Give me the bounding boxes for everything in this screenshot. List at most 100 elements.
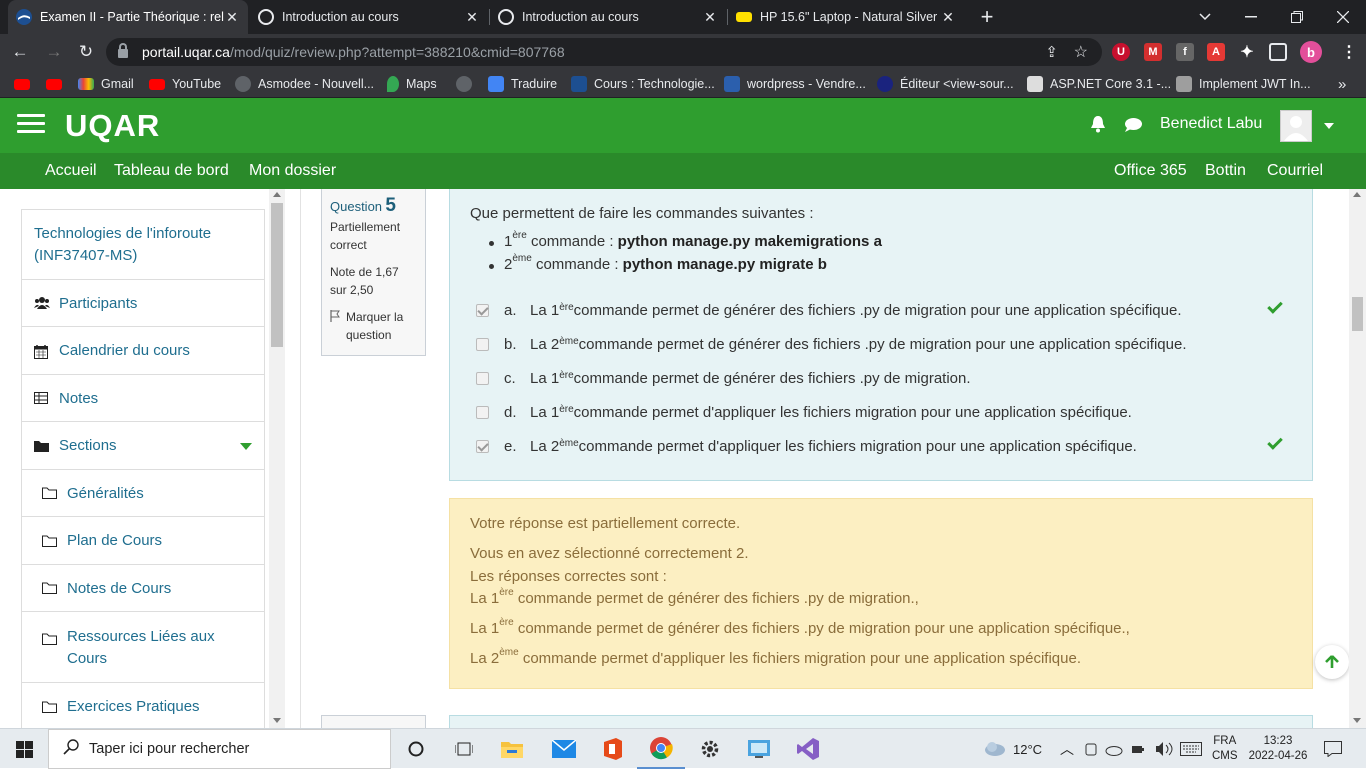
bookmark-maps[interactable]: Maps bbox=[387, 70, 437, 98]
visual-studio-icon[interactable] bbox=[784, 729, 832, 769]
back-arrow-icon[interactable]: ← bbox=[4, 34, 36, 70]
close-tab-icon[interactable]: ✕ bbox=[702, 9, 718, 26]
answer-option-c[interactable]: c. La 1 ère commande permet de générer des… bbox=[476, 367, 971, 389]
scroll-down-arrow-icon[interactable] bbox=[1353, 718, 1361, 723]
url-bar[interactable]: portail.uqar.ca /mod/quiz/review.php?att… bbox=[106, 38, 1102, 66]
bookmark-cours[interactable]: Cours : Technologie... bbox=[571, 70, 715, 98]
bookmark-jwt[interactable]: Implement JWT In... bbox=[1176, 70, 1311, 98]
answer-option-e[interactable]: e. La 2 ème commande permet d'appliquer le… bbox=[476, 435, 1137, 457]
answer-option-a[interactable]: a. La 1 ère commande permet de générer des… bbox=[476, 299, 1182, 321]
user-avatar[interactable] bbox=[1280, 110, 1312, 142]
task-view-icon[interactable] bbox=[440, 729, 488, 769]
answer-checkbox[interactable] bbox=[476, 337, 489, 351]
close-window-button[interactable] bbox=[1320, 0, 1366, 34]
minimize-button[interactable] bbox=[1228, 0, 1274, 34]
back-to-top-button[interactable] bbox=[1315, 645, 1349, 679]
chat-bubble-icon[interactable] bbox=[1124, 117, 1143, 138]
drawer-section-exercices[interactable]: Exercices Pratiques bbox=[22, 683, 264, 729]
menu-office-365[interactable]: Office 365 bbox=[1114, 153, 1187, 189]
close-tab-icon[interactable]: ✕ bbox=[464, 9, 480, 26]
answer-checkbox[interactable] bbox=[476, 439, 489, 453]
menu-bottin[interactable]: Bottin bbox=[1205, 153, 1246, 189]
bookmarks-more-button[interactable]: » bbox=[1338, 70, 1346, 98]
profile-avatar[interactable]: b bbox=[1300, 41, 1322, 63]
drawer-section-plan-de-cours[interactable]: Plan de Cours bbox=[22, 517, 264, 565]
drawer-item-participants[interactable]: Participants bbox=[22, 280, 264, 327]
page-scrollbar[interactable] bbox=[1349, 189, 1366, 729]
taskbar-search-box[interactable]: Taper ici pour rechercher bbox=[48, 729, 391, 769]
tab-search-icon[interactable] bbox=[1182, 0, 1228, 34]
reload-icon[interactable]: ↻ bbox=[70, 34, 102, 70]
bookmark-star-icon[interactable]: ☆ bbox=[1074, 42, 1088, 62]
answer-checkbox[interactable] bbox=[476, 371, 489, 385]
menu-tableau-de-bord[interactable]: Tableau de bord bbox=[114, 153, 229, 189]
kebab-menu-icon[interactable]: ⋮ bbox=[1340, 43, 1358, 61]
bookmark-gmail[interactable]: Gmail bbox=[78, 70, 134, 98]
drawer-course-link[interactable]: Technologies de l'inforoute (INF37407-MS… bbox=[22, 209, 264, 280]
sidebar-icon[interactable] bbox=[1269, 43, 1287, 61]
restore-button[interactable] bbox=[1274, 0, 1320, 34]
share-icon[interactable]: ⇪ bbox=[1045, 43, 1058, 61]
bookmark-aspnet[interactable]: ASP.NET Core 3.1 -... bbox=[1027, 70, 1171, 98]
bookmark-wordpress[interactable]: wordpress - Vendre... bbox=[724, 70, 866, 98]
drawer-section-ressources[interactable]: Ressources Liées aux Cours bbox=[22, 612, 264, 683]
mcafee-extension-icon[interactable]: M bbox=[1144, 43, 1162, 61]
drawer-item-notes[interactable]: Notes bbox=[22, 375, 264, 422]
mail-icon[interactable] bbox=[540, 729, 588, 769]
bookmark-youtube-1[interactable] bbox=[14, 70, 37, 98]
drawer-item-calendrier[interactable]: Calendrier du cours bbox=[22, 327, 264, 375]
tray-overflow-icon[interactable]: ︿ bbox=[1060, 729, 1074, 769]
close-tab-icon[interactable]: ✕ bbox=[224, 9, 240, 26]
close-tab-icon[interactable]: ✕ bbox=[940, 9, 956, 26]
bookmark-asmodee[interactable]: Asmodee - Nouvell... bbox=[235, 70, 374, 98]
uqar-logo[interactable]: UQAR bbox=[65, 108, 160, 144]
drawer-section-generalites[interactable]: Généralités bbox=[22, 470, 264, 517]
scroll-thumb[interactable] bbox=[271, 203, 283, 347]
new-tab-button[interactable]: + bbox=[964, 0, 1010, 34]
notifications-icon[interactable] bbox=[1324, 729, 1342, 769]
answer-checkbox[interactable] bbox=[476, 303, 489, 317]
scroll-up-arrow-icon[interactable] bbox=[1353, 192, 1361, 197]
tab-intro-2[interactable]: Introduction au cours ✕ bbox=[490, 0, 726, 34]
answer-checkbox[interactable] bbox=[476, 405, 489, 419]
clock[interactable]: 13:23 2022-04-26 bbox=[1248, 729, 1308, 769]
bookmark-globe[interactable] bbox=[456, 70, 479, 98]
chrome-taskbar-icon[interactable] bbox=[637, 729, 685, 769]
tray-icons[interactable] bbox=[1084, 729, 1178, 769]
office-icon[interactable] bbox=[589, 729, 637, 769]
hamburger-menu-icon[interactable] bbox=[17, 114, 45, 134]
puzzle-extensions-icon[interactable]: ✦ bbox=[1238, 43, 1256, 61]
menu-accueil[interactable]: Accueil bbox=[45, 153, 97, 189]
menu-mon-dossier[interactable]: Mon dossier bbox=[249, 153, 336, 189]
scroll-down-arrow-icon[interactable] bbox=[273, 718, 281, 723]
answer-option-d[interactable]: d. La 1 ère commande permet d'appliquer le… bbox=[476, 401, 1132, 423]
bookmark-editeur[interactable]: Éditeur <view-sour... bbox=[877, 70, 1014, 98]
drawer-section-notes-de-cours[interactable]: Notes de Cours bbox=[22, 565, 264, 612]
tab-examen[interactable]: Examen II - Partie Théorique : relecture… bbox=[8, 0, 248, 34]
flag-question-link[interactable]: Marquer la question bbox=[330, 308, 417, 344]
bell-icon[interactable] bbox=[1090, 115, 1106, 138]
tab-hp-laptop[interactable]: HP 15.6" Laptop - Natural Silver ( ✕ bbox=[728, 0, 964, 34]
input-language[interactable]: FRA CMS bbox=[1212, 729, 1238, 769]
ublock-extension-icon[interactable]: U bbox=[1112, 43, 1130, 61]
user-name[interactable]: Benedict Labu bbox=[1160, 115, 1262, 133]
scroll-up-arrow-icon[interactable] bbox=[273, 192, 281, 197]
pdf-extension-icon[interactable]: A bbox=[1207, 43, 1225, 61]
weather-widget[interactable]: 12°C bbox=[983, 729, 1042, 769]
settings-gear-icon[interactable] bbox=[686, 729, 734, 769]
bookmark-youtube[interactable]: YouTube bbox=[149, 70, 221, 98]
bookmark-youtube-2[interactable] bbox=[46, 70, 69, 98]
keyboard-icon[interactable] bbox=[1180, 729, 1202, 769]
drawer-item-sections[interactable]: Sections bbox=[22, 422, 264, 470]
user-menu-caret-icon[interactable] bbox=[1324, 123, 1334, 129]
bookmark-traduire[interactable]: Traduire bbox=[488, 70, 557, 98]
caret-down-icon[interactable] bbox=[240, 442, 252, 450]
scroll-thumb[interactable] bbox=[1352, 297, 1363, 331]
answer-option-b[interactable]: b. La 2 ème commande permet de générer des… bbox=[476, 333, 1187, 355]
menu-courriel[interactable]: Courriel bbox=[1267, 153, 1323, 189]
drawer-scrollbar[interactable] bbox=[269, 189, 285, 729]
forward-arrow-icon[interactable]: → bbox=[38, 34, 70, 70]
file-explorer-icon[interactable] bbox=[488, 729, 536, 769]
cortana-icon[interactable] bbox=[392, 729, 440, 769]
facebook-extension-icon[interactable]: f bbox=[1176, 43, 1194, 61]
